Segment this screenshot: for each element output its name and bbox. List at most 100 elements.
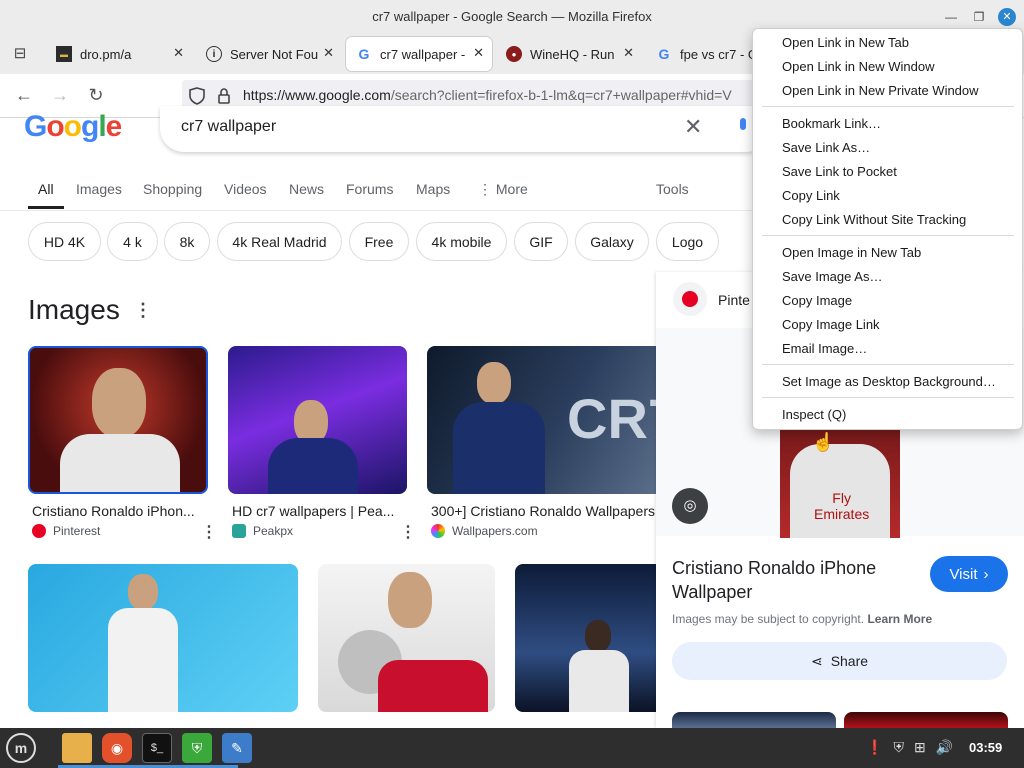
- menu-open-link-new-tab[interactable]: Open Link in New Tab: [782, 35, 909, 50]
- files-folder-icon[interactable]: [62, 733, 92, 763]
- microphone-icon[interactable]: [736, 116, 750, 138]
- reload-icon[interactable]: ↻: [84, 85, 108, 106]
- shield-app-icon[interactable]: ⛨: [182, 733, 212, 763]
- url-text[interactable]: https://www.google.com/search?client=fir…: [243, 87, 763, 103]
- google-lens-icon[interactable]: ◎: [672, 488, 708, 524]
- text-editor-icon[interactable]: ✎: [222, 733, 252, 763]
- image-result-2[interactable]: [228, 346, 407, 494]
- menu-email-image[interactable]: Email Image…: [782, 341, 867, 356]
- tab-server-not-found[interactable]: i Server Not Fou ✕: [196, 37, 342, 71]
- system-tray: ❗⛨⊞🔊: [866, 739, 963, 756]
- tracking-shield-icon[interactable]: [188, 86, 206, 106]
- menu-inspect[interactable]: Inspect (Q): [782, 407, 846, 422]
- chip-4k[interactable]: 4 k: [107, 222, 158, 261]
- menu-set-desktop-background[interactable]: Set Image as Desktop Background…: [782, 374, 996, 389]
- chip-8k[interactable]: 8k: [164, 222, 210, 261]
- close-tab-icon[interactable]: ✕: [323, 45, 334, 61]
- clock[interactable]: 03:59: [969, 740, 1002, 755]
- image-result-6[interactable]: [515, 564, 656, 712]
- player-head: [585, 620, 611, 652]
- lock-icon[interactable]: [216, 86, 232, 106]
- learn-more-link[interactable]: Learn More: [867, 612, 932, 626]
- tab-cr7-wallpaper[interactable]: G cr7 wallpaper - ✕: [346, 37, 492, 71]
- tab-news[interactable]: News: [289, 181, 324, 197]
- source-label: Wallpapers.com: [452, 524, 538, 538]
- tab-fpe-vs-cr7[interactable]: G fpe vs cr7 - G: [646, 37, 752, 71]
- source-label: Pinterest: [53, 524, 101, 538]
- search-query[interactable]: cr7 wallpaper: [181, 118, 276, 136]
- image-result-4[interactable]: [28, 564, 298, 712]
- menu-open-link-new-window[interactable]: Open Link in New Window: [782, 59, 934, 74]
- image-result-3[interactable]: CR7: [427, 346, 656, 494]
- result-source-1[interactable]: Pinterest: [32, 524, 100, 538]
- share-button[interactable]: ⋖ Share: [672, 642, 1007, 680]
- player-shirt: [378, 660, 488, 712]
- preview-source[interactable]: Pinte: [718, 292, 750, 308]
- tab-videos[interactable]: Videos: [224, 181, 267, 197]
- tab-more[interactable]: ⋮ More: [478, 181, 528, 198]
- tab-forums[interactable]: Forums: [346, 181, 393, 197]
- related-image-2[interactable]: [844, 712, 1008, 728]
- tab-images[interactable]: Images: [76, 181, 122, 197]
- player-shirt: [569, 650, 629, 712]
- tools-button[interactable]: Tools: [656, 181, 689, 197]
- result-caption-1[interactable]: Cristiano Ronaldo iPhon...: [32, 503, 204, 519]
- back-arrow-icon[interactable]: ←: [12, 85, 36, 106]
- peakpx-icon: [232, 524, 246, 538]
- chip-gif[interactable]: GIF: [514, 222, 568, 261]
- menu-copy-link-without-tracking[interactable]: Copy Link Without Site Tracking: [782, 212, 966, 227]
- tab-shopping[interactable]: Shopping: [143, 181, 202, 197]
- chip-hd-4k[interactable]: HD 4K: [28, 222, 101, 261]
- result-caption-2[interactable]: HD cr7 wallpapers | Pea...: [232, 503, 402, 519]
- firefox-icon[interactable]: ◉: [102, 733, 132, 763]
- close-tab-icon[interactable]: ✕: [473, 45, 484, 61]
- tray-shield-icon[interactable]: ⛨: [893, 739, 914, 755]
- close-window-icon[interactable]: ✕: [998, 8, 1016, 26]
- menu-copy-link[interactable]: Copy Link: [782, 188, 840, 203]
- tab-winehq[interactable]: ● WineHQ - Run ✕: [496, 37, 642, 71]
- image-result-1[interactable]: [28, 346, 208, 494]
- result-source-2[interactable]: Peakpx: [232, 524, 293, 538]
- menu-copy-image-link[interactable]: Copy Image Link: [782, 317, 880, 332]
- chip-free[interactable]: Free: [349, 222, 409, 261]
- menu-open-image-new-tab[interactable]: Open Image in New Tab: [782, 245, 921, 260]
- tab-dro[interactable]: ▬ dro.pm/a ✕: [46, 37, 192, 71]
- maximize-icon[interactable]: ❐: [970, 8, 988, 26]
- menu-copy-image[interactable]: Copy Image: [782, 293, 852, 308]
- minimize-icon[interactable]: —: [942, 8, 960, 26]
- chip-4k-mobile[interactable]: 4k mobile: [416, 222, 507, 261]
- image-result-5[interactable]: [318, 564, 495, 712]
- menu-open-link-private-window[interactable]: Open Link in New Private Window: [782, 83, 979, 98]
- chip-logo[interactable]: Logo: [656, 222, 719, 261]
- clear-search-icon[interactable]: ✕: [684, 114, 702, 140]
- images-more-icon[interactable]: ⋮: [134, 300, 152, 321]
- result-more-icon[interactable]: ⋮: [400, 522, 416, 542]
- close-tab-icon[interactable]: ✕: [623, 45, 634, 61]
- preview-title[interactable]: Cristiano Ronaldo iPhone Wallpaper: [672, 556, 876, 604]
- menu-save-link-as[interactable]: Save Link As…: [782, 140, 870, 155]
- terminal-icon[interactable]: $_: [142, 733, 172, 763]
- menu-save-link-to-pocket[interactable]: Save Link to Pocket: [782, 164, 897, 179]
- google-logo[interactable]: Google: [24, 110, 121, 144]
- tab-list-icon[interactable]: ⊟: [10, 44, 30, 64]
- result-caption-3[interactable]: 300+] Cristiano Ronaldo Wallpapers: [431, 503, 656, 519]
- chip-4k-real-madrid[interactable]: 4k Real Madrid: [217, 222, 342, 261]
- related-image-1[interactable]: [672, 712, 836, 728]
- forward-arrow-icon[interactable]: →: [48, 85, 72, 106]
- volume-icon[interactable]: 🔊: [936, 739, 963, 755]
- preview-image[interactable]: Fly Emirates: [780, 430, 900, 538]
- result-source-3[interactable]: Wallpapers.com: [431, 524, 538, 538]
- update-icon[interactable]: ❗: [866, 739, 893, 755]
- result-more-icon[interactable]: ⋮: [201, 522, 217, 542]
- tab-all[interactable]: All: [38, 181, 54, 197]
- tab-maps[interactable]: Maps: [416, 181, 450, 197]
- visit-button[interactable]: Visit ›: [930, 556, 1008, 592]
- chip-galaxy[interactable]: Galaxy: [575, 222, 649, 261]
- close-tab-icon[interactable]: ✕: [173, 45, 184, 61]
- mint-menu-icon[interactable]: m: [6, 733, 36, 763]
- menu-bookmark-link[interactable]: Bookmark Link…: [782, 116, 881, 131]
- network-icon[interactable]: ⊞: [914, 739, 936, 755]
- player-head: [388, 572, 432, 628]
- tab-label: WineHQ - Run: [530, 46, 615, 62]
- menu-save-image-as[interactable]: Save Image As…: [782, 269, 882, 284]
